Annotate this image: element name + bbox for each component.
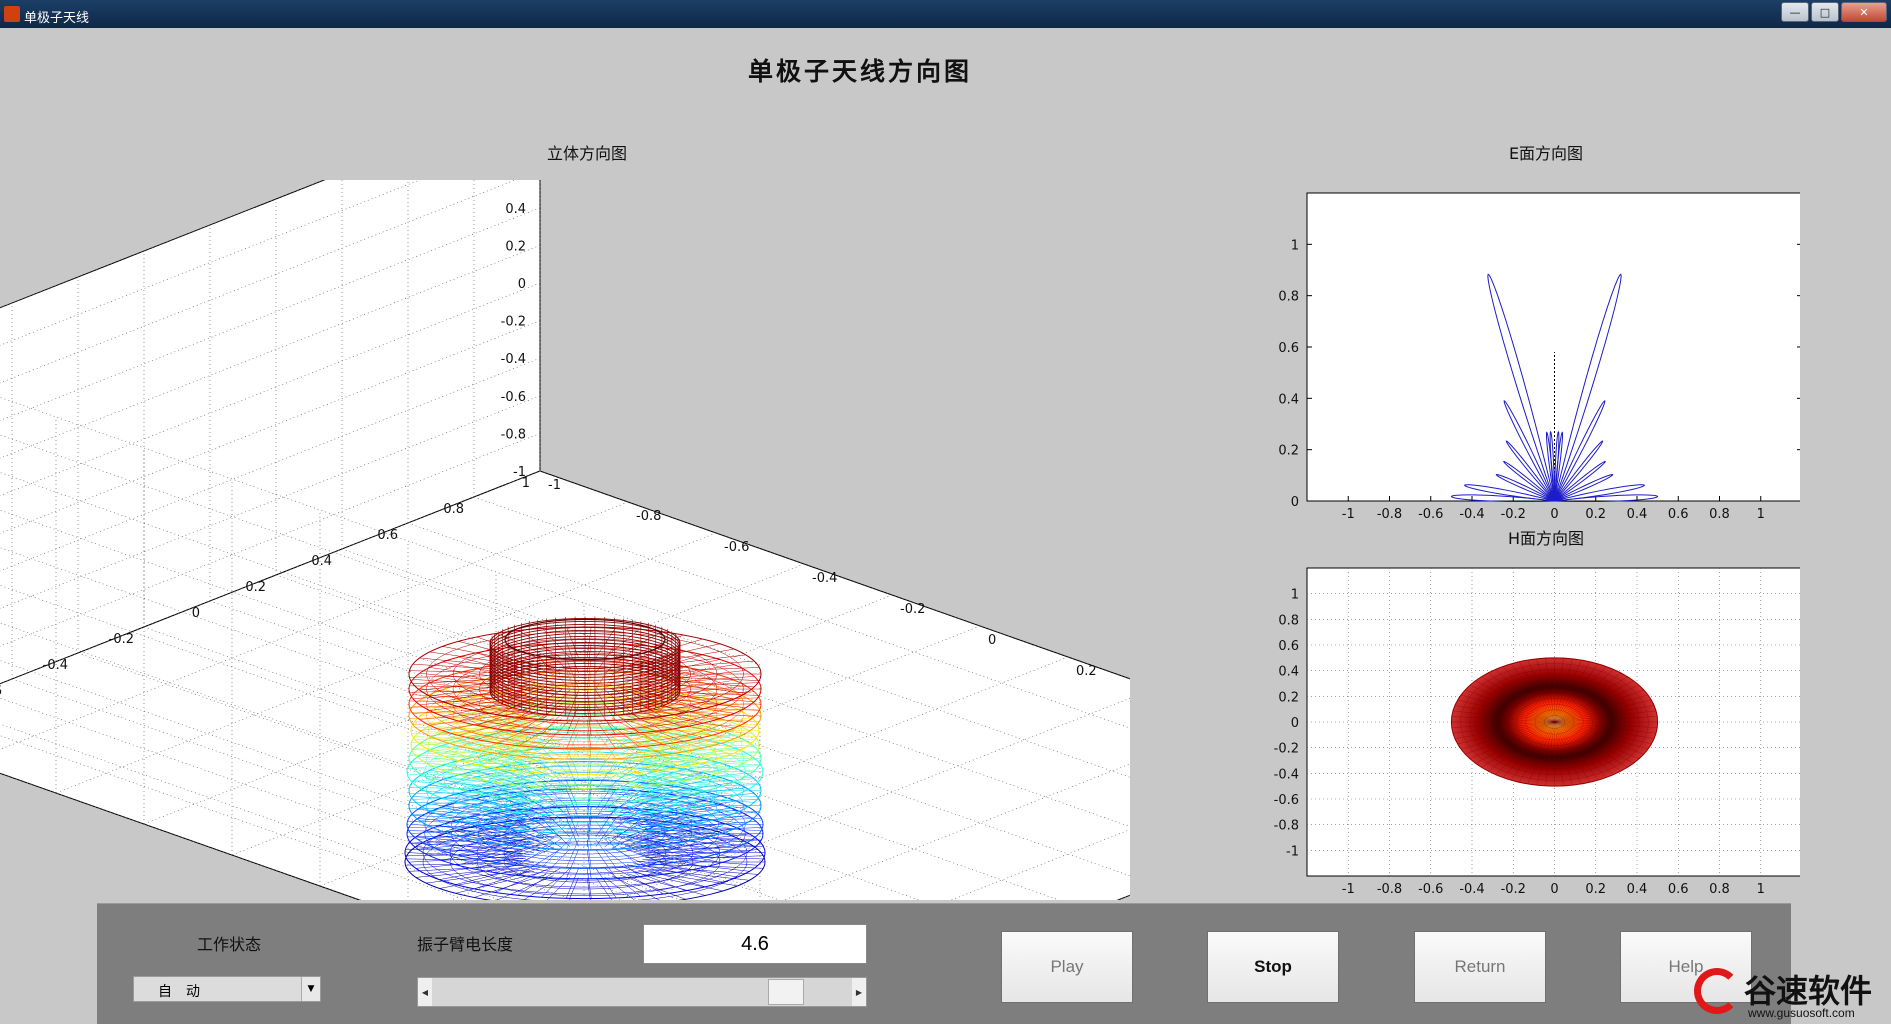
arm-length-label: 振子臂电长度 (417, 935, 514, 954)
window-titlebar: 单极子天线 — □ ✕ (0, 0, 1891, 28)
e-plane-x-tick-label: 0.4 (1627, 507, 1648, 522)
solid-y-tick-label: 0.2 (245, 580, 266, 595)
h-plane-x-tick-label: -1 (1342, 882, 1355, 897)
stop-button[interactable]: Stop (1207, 931, 1339, 1003)
solid-z-tick-label: -0.4 (501, 352, 526, 367)
solid-pattern-plot[interactable]: 10.80.60.40.20-0.2-0.4-0.6-0.8-110.80.60… (0, 180, 1130, 900)
h-plane-y-tick-label: 1 (1291, 588, 1299, 603)
e-plane-x-tick-label: 0.8 (1709, 507, 1730, 522)
h-plane-x-tick-label: 0.6 (1668, 882, 1689, 897)
solid-y-tick-label: 0.6 (377, 528, 398, 543)
solid-x-tick-label: -1 (548, 478, 561, 493)
h-plane-x-tick-label: -0.4 (1459, 882, 1484, 897)
h-plane-plot[interactable]: -1 -0.8 -0.6 -0.4 -0.2 0 0.2 0.4 0.6 0.8 1 1 0.8 0.6 0… (1250, 562, 1800, 902)
window-title: 单极子天线 (24, 11, 90, 26)
h-plane-y-tick-label: -0.8 (1274, 819, 1299, 834)
h-plane-y-tick-label: 0.2 (1278, 690, 1299, 705)
solid-y-tick-label: 0.8 (443, 502, 464, 517)
solid-z-tick-label: -0.8 (501, 427, 526, 442)
control-panel: 工作状态 自 动 ▼ 振子臂电长度 4.6 ◀ ▶ Play Stop Retu… (97, 903, 1791, 1024)
work-state-select[interactable]: 自 动 ▼ (133, 976, 321, 1002)
h-plane-y-tick-label: 0.6 (1278, 639, 1299, 654)
h-plane-x-tick-label: -0.2 (1501, 882, 1526, 897)
solid-plot-title: 立体方向图 (546, 144, 627, 163)
e-plane-x-tick-label: 0.2 (1585, 507, 1606, 522)
h-plane-x-tick-label: 0.2 (1585, 882, 1606, 897)
solid-z-tick-label: 0.2 (505, 239, 526, 254)
h-plane-y-tick-label: -0.2 (1274, 742, 1299, 757)
arm-length-slider[interactable]: ◀ ▶ (417, 977, 867, 1007)
slider-left-arrow-icon[interactable]: ◀ (418, 978, 432, 1006)
return-button[interactable]: Return (1414, 931, 1546, 1003)
e-plane-x-tick-label: -1 (1342, 507, 1355, 522)
e-plane-title: E面方向图 (1508, 144, 1584, 163)
e-plane-plot[interactable]: -1 -0.8 -0.6 -0.4 -0.2 0 0.2 0.4 0.6 0.8 1 1 0.8 0.6 0… (1250, 185, 1800, 525)
h-plane-y-tick-label: -1 (1286, 844, 1299, 859)
solid-y-tick-label: -0.6 (0, 684, 2, 699)
solid-z-tick-label: -0.6 (501, 390, 526, 405)
solid-x-tick-label: -0.8 (636, 509, 661, 524)
h-plane-y-tick-label: 0 (1291, 716, 1299, 731)
e-plane-y-tick-label: 0.6 (1278, 341, 1299, 356)
e-plane-y-tick-label: 0.2 (1278, 444, 1299, 459)
solid-z-tick-label: -0.2 (501, 315, 526, 330)
e-plane-x-tick-label: -0.2 (1501, 507, 1526, 522)
work-state-value: 自 动 (158, 984, 200, 1000)
h-plane-x-tick-label: 0.8 (1709, 882, 1730, 897)
arm-length-input[interactable]: 4.6 (643, 924, 867, 964)
e-plane-x-tick-label: -0.6 (1418, 507, 1443, 522)
h-plane-y-tick-label: 0.8 (1278, 613, 1299, 628)
solid-z-tick-label: 0 (518, 277, 526, 292)
h-plane-x-tick-label: 0.4 (1627, 882, 1648, 897)
e-plane-x-tick-label: 0.6 (1668, 507, 1689, 522)
h-plane-y-tick-label: 0.4 (1278, 665, 1299, 680)
maximize-button[interactable]: □ (1811, 2, 1839, 22)
e-plane-y-tick-label: 1 (1291, 238, 1299, 253)
solid-x-tick-label: -0.4 (812, 571, 837, 586)
solid-y-tick-label: 1 (522, 476, 530, 491)
h-plane-x-tick-label: -0.8 (1377, 882, 1402, 897)
h-plane-x-tick-label: 1 (1757, 882, 1765, 897)
h-plane-y-tick-label: -0.6 (1274, 793, 1299, 808)
solid-y-tick-label: 0.4 (311, 554, 332, 569)
logo-mark-icon (1694, 968, 1740, 1014)
h-plane-x-tick-label: 0 (1550, 882, 1558, 897)
close-button[interactable]: ✕ (1841, 2, 1887, 22)
e-plane-x-tick-label: -0.4 (1459, 507, 1484, 522)
h-plane-title: H面方向图 (1507, 529, 1585, 548)
watermark-url: www.gusuosoft.com (1748, 1006, 1855, 1020)
window-controls: — □ ✕ (1781, 2, 1887, 22)
work-state-label: 工作状态 (197, 935, 262, 954)
page-title: 单极子天线方向图 (747, 57, 972, 86)
watermark-logo: 谷速软件 www.gusuosoft.com (1690, 966, 1891, 1023)
solid-x-tick-label: -0.6 (724, 540, 749, 555)
solid-z-tick-label: 0.4 (505, 202, 526, 217)
slider-thumb[interactable] (767, 979, 804, 1005)
solid-x-tick-label: 0 (988, 633, 996, 648)
chevron-down-icon[interactable]: ▼ (301, 977, 320, 1001)
h-plane-x-tick-label: -0.6 (1418, 882, 1443, 897)
e-plane-y-tick-label: 0.8 (1278, 290, 1299, 305)
minimize-button[interactable]: — (1781, 2, 1809, 22)
slider-right-arrow-icon[interactable]: ▶ (852, 978, 866, 1006)
h-plane-y-tick-label: -0.4 (1274, 767, 1299, 782)
e-plane-x-tick-label: 1 (1757, 507, 1765, 522)
matlab-icon (4, 6, 20, 22)
solid-x-tick-label: 0.2 (1076, 664, 1097, 679)
solid-plot-axes: 10.80.60.40.20-0.2-0.4-0.6-0.8-110.80.60… (0, 180, 1130, 900)
solid-x-tick-label: -0.2 (900, 602, 925, 617)
solid-y-tick-label: 0 (192, 606, 200, 621)
e-plane-y-tick-label: 0 (1291, 495, 1299, 510)
play-button[interactable]: Play (1001, 931, 1133, 1003)
e-plane-y-tick-label: 0.4 (1278, 392, 1299, 407)
solid-y-tick-label: -0.4 (43, 658, 68, 673)
solid-y-tick-label: -0.2 (109, 632, 134, 647)
e-plane-x-tick-label: -0.8 (1377, 507, 1402, 522)
e-plane-x-tick-label: 0 (1550, 507, 1558, 522)
